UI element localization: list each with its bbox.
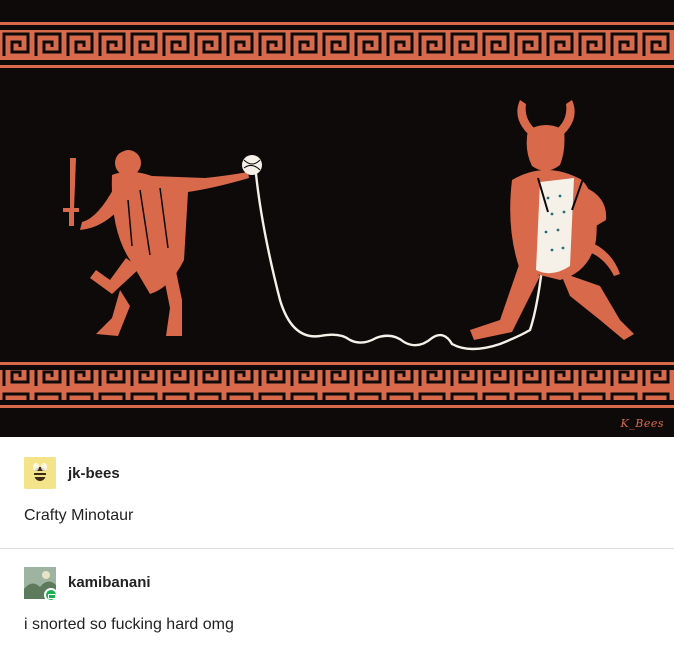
post-image[interactable]: K_Bees xyxy=(0,0,674,437)
theseus-figure xyxy=(63,143,250,336)
top-meander-border xyxy=(0,22,674,68)
yarn-ball xyxy=(242,155,262,175)
username[interactable]: jk-bees xyxy=(68,465,120,482)
avatar[interactable] xyxy=(24,567,58,602)
bee-icon xyxy=(24,457,56,489)
username[interactable]: kamibanani xyxy=(68,574,151,591)
post-text: i snorted so fucking hard omg xyxy=(24,616,234,633)
avatar[interactable] xyxy=(24,457,56,489)
bottom-meander-border xyxy=(0,362,674,408)
reblog-entry: kamibanani i snorted so fucking hard omg xyxy=(0,548,674,666)
artist-signature: K_Bees xyxy=(620,417,664,430)
post-text: Crafty Minotaur xyxy=(24,507,134,524)
reblog-entry: jk-bees Crafty Minotaur xyxy=(0,437,674,547)
chat-badge-icon xyxy=(44,588,58,602)
greek-vase-illustration xyxy=(0,22,674,408)
